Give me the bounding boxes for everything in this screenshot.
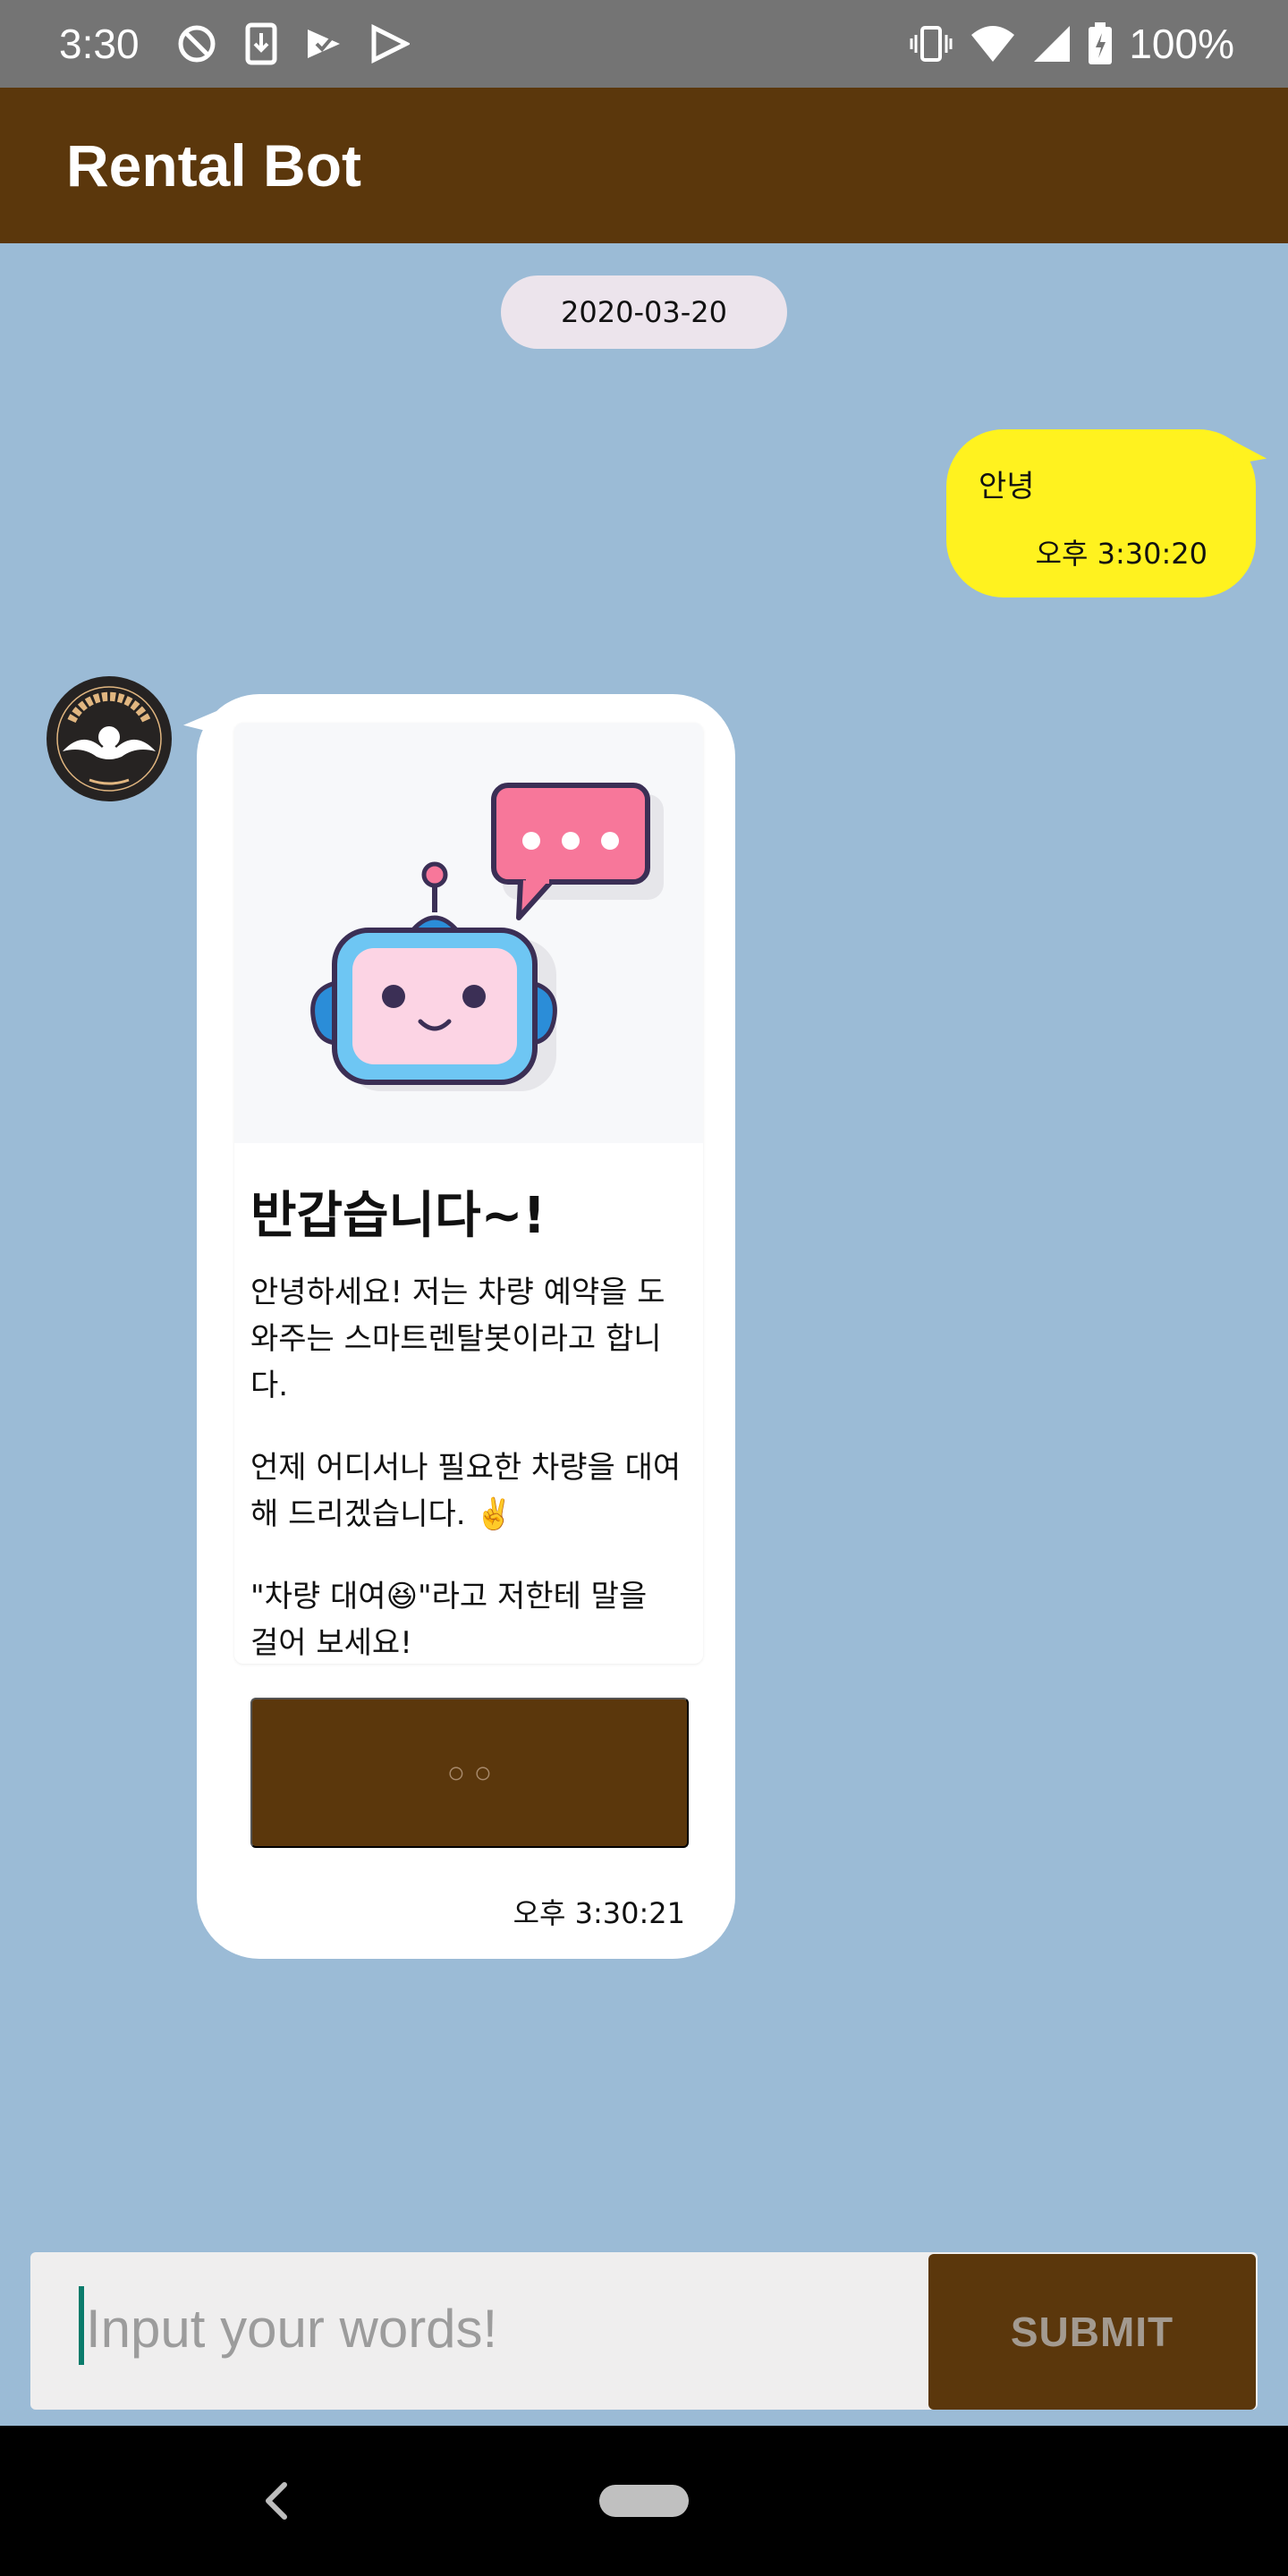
card-paragraph: "차량 대여😆"라고 저한테 말을 걸어 보세요!: [250, 1579, 648, 1661]
user-message-text: 안녕: [979, 469, 1035, 504]
card-action-button[interactable]: ○ ○: [250, 1698, 689, 1848]
user-message-bubble: 안녕 오후 3:30:20: [946, 429, 1256, 597]
welcome-card: 반갑습니다~! 안녕하세요! 저는 차량 예약을 도와주는 스마트렌탈봇이라고 …: [234, 723, 703, 1664]
notification-icons: [175, 22, 410, 65]
back-icon[interactable]: [259, 2479, 295, 2526]
card-paragraph: 안녕하세요! 저는 차량 예약을 도와주는 스마트렌탈봇이라고 합니다.: [250, 1275, 665, 1403]
battery-percent: 100%: [1129, 21, 1234, 67]
bot-avatar[interactable]: [47, 676, 172, 801]
text-cursor: [79, 2286, 84, 2365]
signal-icon: [1032, 24, 1072, 64]
app-bar: Rental Bot: [0, 88, 1288, 243]
navigation-bar: [0, 2426, 1288, 2576]
system-icons: 100%: [909, 20, 1234, 68]
card-paragraph: 언제 어디서나 필요한 차량을 대여해 드리겠습니다. ✌️: [250, 1450, 682, 1532]
wifi-icon: [970, 24, 1016, 64]
bot-message-bubble: 반갑습니다~! 안녕하세요! 저는 차량 예약을 도와주는 스마트렌탈봇이라고 …: [197, 694, 735, 1959]
card-title: 반갑습니다~!: [250, 1187, 547, 1245]
status-bar: 3:30 100%: [0, 0, 1288, 88]
angel-in-us-logo-icon: [50, 680, 168, 798]
submit-button[interactable]: SUBMIT: [928, 2254, 1256, 2410]
download-icon: [245, 22, 277, 65]
play-store-icon: [370, 24, 410, 64]
date-chip: 2020-03-20: [501, 275, 787, 349]
app-title: Rental Bot: [66, 132, 361, 199]
checked-icon: [304, 24, 343, 64]
card-body: 안녕하세요! 저는 차량 예약을 도와주는 스마트렌탈봇이라고 합니다. 언제 …: [250, 1269, 682, 1664]
vibrate-icon: [909, 24, 953, 64]
home-pill-icon[interactable]: [599, 2485, 689, 2517]
location-off-icon: [175, 22, 218, 65]
message-input[interactable]: [86, 2279, 909, 2377]
bot-message-time: 오후 3:30:21: [513, 1896, 685, 1930]
battery-icon: [1088, 22, 1113, 65]
robot-icon: [310, 783, 664, 1091]
user-message-time: 오후 3:30:20: [1035, 537, 1208, 571]
robot-chat-illustration: [234, 723, 703, 1143]
status-time: 3:30: [59, 21, 140, 67]
